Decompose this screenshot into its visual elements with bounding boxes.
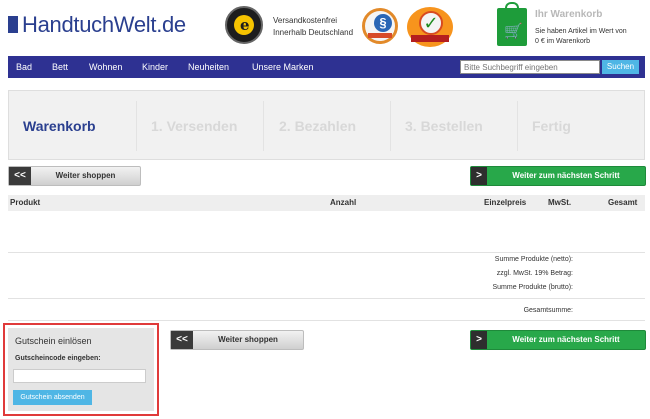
voucher-title: Gutschein einlösen (15, 336, 92, 346)
nav-item-kinder[interactable]: Kinder (142, 56, 168, 78)
voucher-code-input[interactable] (13, 369, 146, 383)
submit-voucher-button[interactable]: Gutschein absenden (13, 390, 92, 405)
step-divider (390, 101, 391, 151)
step-warenkorb: Warenkorb (23, 118, 96, 134)
step-divider (263, 101, 264, 151)
step-divider (136, 101, 137, 151)
column-mwst: MwSt. (548, 198, 572, 207)
double-chevron-left-icon: << (9, 167, 31, 185)
voucher-box: Gutschein einlösen Gutscheincode eingebe… (8, 328, 154, 411)
chevron-right-icon: > (471, 331, 487, 349)
search-button[interactable]: Suchen (602, 60, 639, 74)
site-logo[interactable]: HandtuchWelt.de (8, 12, 186, 38)
cart-summary-text: Sie haben Artikel im Wert von 0 € im War… (535, 28, 627, 45)
trusted-shops-seal-icon[interactable]: e (225, 6, 263, 44)
checkout-steps: Warenkorb 1. Versenden 2. Bezahlen 3. Be… (8, 90, 645, 160)
divider (8, 320, 645, 321)
continue-shopping-button[interactable]: << Weiter shoppen (8, 166, 141, 186)
step-bestellen: 3. Bestellen (405, 118, 483, 134)
column-einzelpreis: Einzelpreis (484, 198, 527, 207)
nav-item-neuheiten[interactable]: Neuheiten (188, 56, 229, 78)
certified-shop-seal-icon[interactable]: ✓ (407, 7, 453, 47)
step-bezahlen: 2. Bezahlen (279, 118, 357, 134)
site-header: HandtuchWelt.de e Versandkostenfrei Inne… (0, 0, 650, 56)
certified-seal-icon[interactable]: § (362, 8, 398, 44)
next-step-button-bottom[interactable]: > Weiter zum nächsten Schritt (470, 330, 646, 350)
divider (8, 298, 645, 299)
column-gesamt: Gesamt (608, 198, 638, 207)
chevron-right-icon: > (471, 167, 487, 185)
next-step-button[interactable]: > Weiter zum nächsten Schritt (470, 166, 646, 186)
voucher-code-label: Gutscheincode eingeben: (15, 355, 101, 362)
summary-total-label: Gesamtsumme: (523, 307, 573, 314)
step-versenden: 1. Versenden (151, 118, 238, 134)
main-navigation: Bad Bett Wohnen Kinder Neuheiten Unsere … (8, 56, 645, 78)
cart-title[interactable]: Ihr Warenkorb (535, 9, 602, 20)
nav-item-unsere-marken[interactable]: Unsere Marken (252, 56, 314, 78)
summary-vat-label: zzgl. MwSt. 19% Betrag: (496, 270, 573, 277)
step-divider (517, 101, 518, 151)
divider (8, 252, 645, 253)
double-chevron-left-icon: << (171, 331, 193, 349)
summary-gross-label: Summe Produkte (brutto): (492, 284, 573, 291)
summary-net-label: Summe Produkte (netto): (494, 256, 573, 263)
search-input[interactable] (460, 60, 600, 74)
nav-item-wohnen[interactable]: Wohnen (89, 56, 122, 78)
step-fertig: Fertig (532, 118, 571, 134)
logo-mark (8, 16, 18, 33)
nav-item-bad[interactable]: Bad (16, 56, 32, 78)
column-anzahl: Anzahl (330, 198, 357, 207)
continue-shopping-button-bottom[interactable]: << Weiter shoppen (170, 330, 304, 350)
column-produkt: Produkt (10, 198, 41, 207)
cart-table-header: Produkt Anzahl Einzelpreis MwSt. Gesamt (8, 195, 645, 211)
free-shipping-note: Versandkostenfrei Innerhalb Deutschland (273, 16, 354, 37)
shopping-bag-icon[interactable]: 🛒 (497, 2, 527, 46)
nav-item-bett[interactable]: Bett (52, 56, 68, 78)
